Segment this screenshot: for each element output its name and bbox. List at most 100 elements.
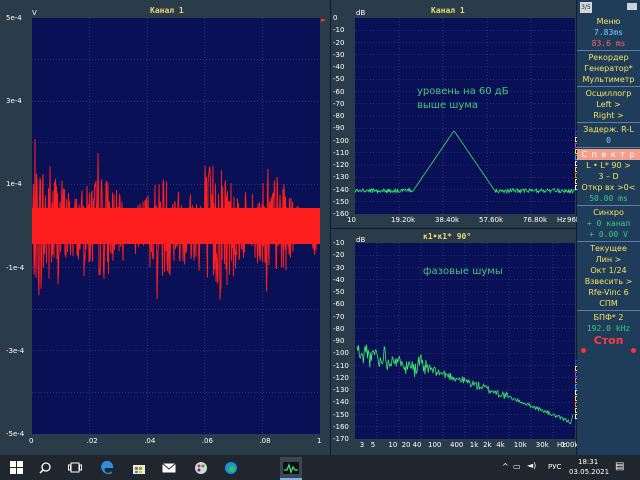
y-tick-label: -140 xyxy=(333,398,349,407)
task-view-icon[interactable] xyxy=(66,459,84,476)
menu-separator xyxy=(577,147,640,148)
x-tick-label: 57.60k xyxy=(479,216,504,224)
y-tick-label: -80 xyxy=(333,324,345,333)
y-tick-label: 0 xyxy=(333,14,338,22)
y-tick-label: -10 xyxy=(333,26,345,35)
y-tick-label: -30 xyxy=(333,263,345,272)
y-tick-label: -130 xyxy=(333,386,349,394)
menu-item-27[interactable]: Стоп xyxy=(577,334,640,348)
menu-item-19[interactable]: Текущее xyxy=(577,243,640,254)
menu-item-8[interactable]: Right > xyxy=(577,110,640,121)
menu-item-22[interactable]: Взвесить > xyxy=(577,276,640,287)
y-tick-label: -170 xyxy=(333,435,349,443)
menu-item-21[interactable]: Окт 1/24 xyxy=(577,265,640,276)
store-icon[interactable] xyxy=(130,459,148,476)
y-tick-label: -50 xyxy=(333,288,345,296)
menu-item-3[interactable]: Рекордер xyxy=(577,52,640,63)
control-menu: 3/5 Меню 7.83ms 83.6 ms Рекордер Генератор* М… xyxy=(577,0,640,455)
volume-icon[interactable]: ◄) xyxy=(527,461,536,470)
spectrum-plot[interactable]: уровень на 60 дБ выше шума xyxy=(355,18,575,214)
panel-title: Канал 1 xyxy=(150,6,184,15)
menu-item-6[interactable]: Осциллогр xyxy=(577,88,640,99)
menu-item-10: 0 xyxy=(606,136,611,145)
panel-title: Канал 1 xyxy=(431,6,465,15)
oscilloscope-app-icon[interactable] xyxy=(280,457,302,480)
minimize-button[interactable] xyxy=(627,3,637,10)
x-tick-label: 1k xyxy=(469,441,479,449)
x-tick-label: .04 xyxy=(144,437,156,445)
y-tick-label: -70 xyxy=(333,312,345,321)
tray-chevron-icon[interactable]: ^ xyxy=(502,462,509,471)
menu-item-9[interactable]: Задерж. R-L xyxy=(577,124,640,135)
menu-item-5[interactable]: Мультиметр xyxy=(577,74,640,85)
menu-item-1: 7.83ms xyxy=(594,28,623,37)
language-indicator[interactable]: РУС xyxy=(548,463,561,471)
annotation: фазовые шумы xyxy=(423,266,503,277)
y-tick-label: -90 xyxy=(333,337,345,345)
menu-item-14[interactable]: Откр вх >0< xyxy=(577,182,640,193)
menu-item-0[interactable]: Меню xyxy=(577,16,640,27)
y-tick-label: -130 xyxy=(333,173,349,182)
y-tick-label: -110 xyxy=(333,148,349,157)
windows-start-icon[interactable] xyxy=(8,459,24,476)
x-tick-label: 400 xyxy=(450,441,464,449)
x-tick-label: 100 xyxy=(428,441,442,449)
annotation-text-1: уровень на 60 дБ xyxy=(417,86,509,97)
phase-noise-plot[interactable]: фазовые шумы xyxy=(355,243,575,439)
y-tick-label: -100 xyxy=(333,349,349,358)
x-tick-label: 10 xyxy=(388,441,398,449)
menu-item-23[interactable]: Rfe-Vinc 6 xyxy=(577,287,640,298)
search-icon[interactable] xyxy=(36,459,54,476)
menu-item-20[interactable]: Лин > xyxy=(577,254,640,265)
y-tick-label: -40 xyxy=(333,63,345,71)
y-tick-label: -20 xyxy=(333,251,345,260)
menu-item-13[interactable]: 3 – D xyxy=(577,171,640,182)
waveform-plot[interactable] xyxy=(32,18,320,434)
menu-item-17: + 0 канал xyxy=(586,219,631,228)
y-tick-label: -60 xyxy=(333,300,345,309)
y-tick-label: -1e-4 xyxy=(6,263,25,272)
x-tick-label: .08 xyxy=(259,437,271,445)
menu-item-12[interactable]: L • L* 90 > xyxy=(577,160,640,171)
paint-icon[interactable] xyxy=(192,459,210,476)
x-tick-label: 10 xyxy=(347,216,356,224)
menu-item-11[interactable]: С п е к т р xyxy=(577,149,640,160)
x-tick-label: 40 xyxy=(412,441,422,449)
status-led-icon xyxy=(631,348,636,353)
x-tick-label: 3 xyxy=(359,441,365,449)
menu-item-16[interactable]: Синхро xyxy=(577,207,640,218)
y-tick-label: -50 xyxy=(333,75,345,84)
mail-icon[interactable] xyxy=(160,459,178,476)
y-tick-label: -40 xyxy=(333,275,345,284)
y-tick-label: -160 xyxy=(333,422,349,431)
clock-time[interactable]: 18:31 xyxy=(578,458,598,466)
x-tick-label: .06 xyxy=(201,437,213,445)
menu-item-26: 192.0 kHz xyxy=(586,324,631,333)
menu-item-24[interactable]: СПМ xyxy=(577,298,640,309)
notification-icon[interactable]: ▤ xyxy=(615,461,624,472)
menu-separator xyxy=(577,205,640,206)
edge-icon[interactable] xyxy=(98,459,116,476)
channel-marker[interactable]: ► xyxy=(321,16,326,24)
x-tick-label: 19.20k xyxy=(391,216,416,224)
x-tick-label: 30k xyxy=(535,441,549,449)
waveform-core xyxy=(32,208,320,244)
x-tick-label: 1 xyxy=(317,437,322,445)
app-logo-icon[interactable]: 3/5 xyxy=(580,2,592,13)
clock-date[interactable]: 03.05.2021 xyxy=(569,468,609,476)
network-icon[interactable]: ▭ xyxy=(513,462,521,471)
menu-item-7[interactable]: Left > xyxy=(577,99,640,110)
y-tick-label: -150 xyxy=(333,410,349,419)
status-led-icon xyxy=(581,348,586,353)
annotation-text-2: выше шума xyxy=(417,100,479,111)
y-tick-label: -3e-4 xyxy=(6,346,25,355)
y-unit: V xyxy=(32,9,37,17)
menu-item-4[interactable]: Генератор* xyxy=(577,63,640,74)
spectrum-panel: Канал 1 dB уровень на 60 дБ выше шума Hz… xyxy=(331,0,600,228)
menu-item-25[interactable]: БПФ* 2 xyxy=(577,312,640,323)
y-tick-label: -10 xyxy=(333,239,345,247)
edge-new-icon[interactable] xyxy=(222,459,240,476)
y-tick-label: -90 xyxy=(333,124,345,133)
y-tick-label: -60 xyxy=(333,87,345,96)
menu-item-15: 50.00 ms xyxy=(589,194,628,203)
